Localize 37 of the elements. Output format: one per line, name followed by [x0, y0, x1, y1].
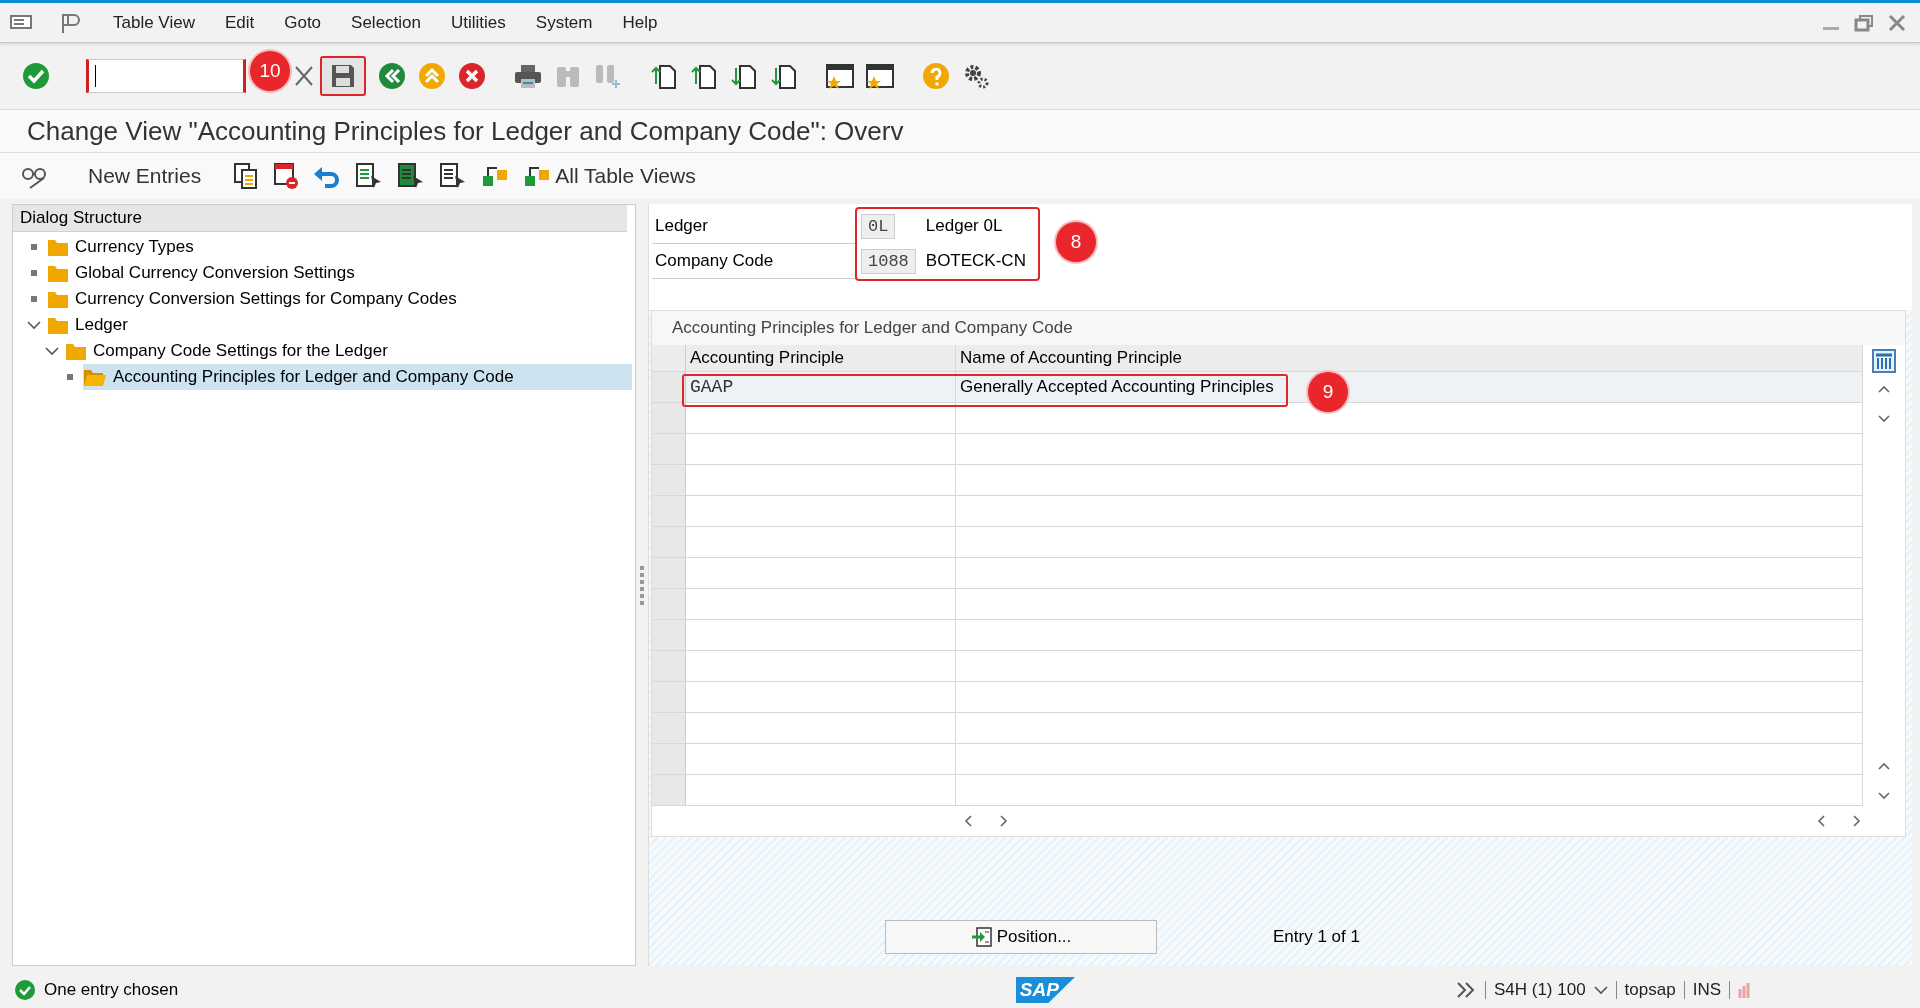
menu-item[interactable]: System — [520, 12, 608, 33]
status-message: One entry chosen — [44, 980, 179, 1000]
new-entries-button[interactable]: New Entries — [64, 164, 220, 188]
annotation-badge: 9 — [1308, 372, 1348, 412]
entry-info: Entry 1 of 1 — [1273, 926, 1360, 948]
menu-item[interactable]: Edit — [209, 12, 270, 33]
field-description: BOTECK-CN — [925, 250, 1026, 272]
annotation-badge: 8 — [1055, 222, 1096, 262]
tree-item[interactable]: Global Currency Conversion Settings — [47, 260, 473, 286]
input-field[interactable]: 1088 — [861, 248, 916, 274]
menu-item[interactable]: Help — [607, 12, 673, 33]
input-field[interactable]: 0L — [861, 213, 896, 239]
panel-title: Dialog Structure — [13, 205, 627, 232]
tree-item[interactable]: Accounting Principles for Ledger and Company Code — [83, 364, 632, 390]
tree-item[interactable]: Company Code Settings for the Ledger — [65, 338, 506, 364]
tree-item[interactable]: Currency Conversion Settings for Company Codes — [47, 286, 575, 312]
column-header[interactable]: Accounting Principle — [686, 345, 956, 372]
annotation-badge: 10 — [250, 51, 290, 91]
table-title: Accounting Principles for Ledger and Company Code — [652, 311, 1905, 345]
screen-title: Change View "Accounting Principles for Ledger and Company Code": Overv — [27, 115, 905, 148]
tree-item[interactable]: Currency Types — [47, 234, 312, 260]
menu-item[interactable]: Selection — [336, 12, 436, 33]
input-mode[interactable]: INS — [1692, 980, 1721, 1000]
all-table-views-button[interactable]: All Table Views — [523, 162, 696, 190]
menu-item[interactable]: Table View — [98, 12, 210, 33]
field-label: Company Code — [652, 244, 857, 279]
tree-item[interactable]: Ledger — [47, 312, 246, 338]
menu-item[interactable]: Utilities — [436, 12, 521, 33]
field-description: Ledger 0L — [925, 215, 1004, 237]
field-label: Ledger — [652, 209, 857, 244]
user-name: topsap — [1624, 980, 1676, 1000]
sap-logo: SAP — [1015, 977, 1075, 1003]
table-cell: GAAP — [686, 372, 956, 403]
position-button[interactable]: Position... — [885, 920, 1157, 954]
menu-item[interactable]: Goto — [269, 12, 337, 33]
column-header[interactable]: Name of Accounting Principle — [956, 345, 1863, 372]
system-info[interactable]: S4H (1) 100 — [1493, 980, 1586, 1000]
